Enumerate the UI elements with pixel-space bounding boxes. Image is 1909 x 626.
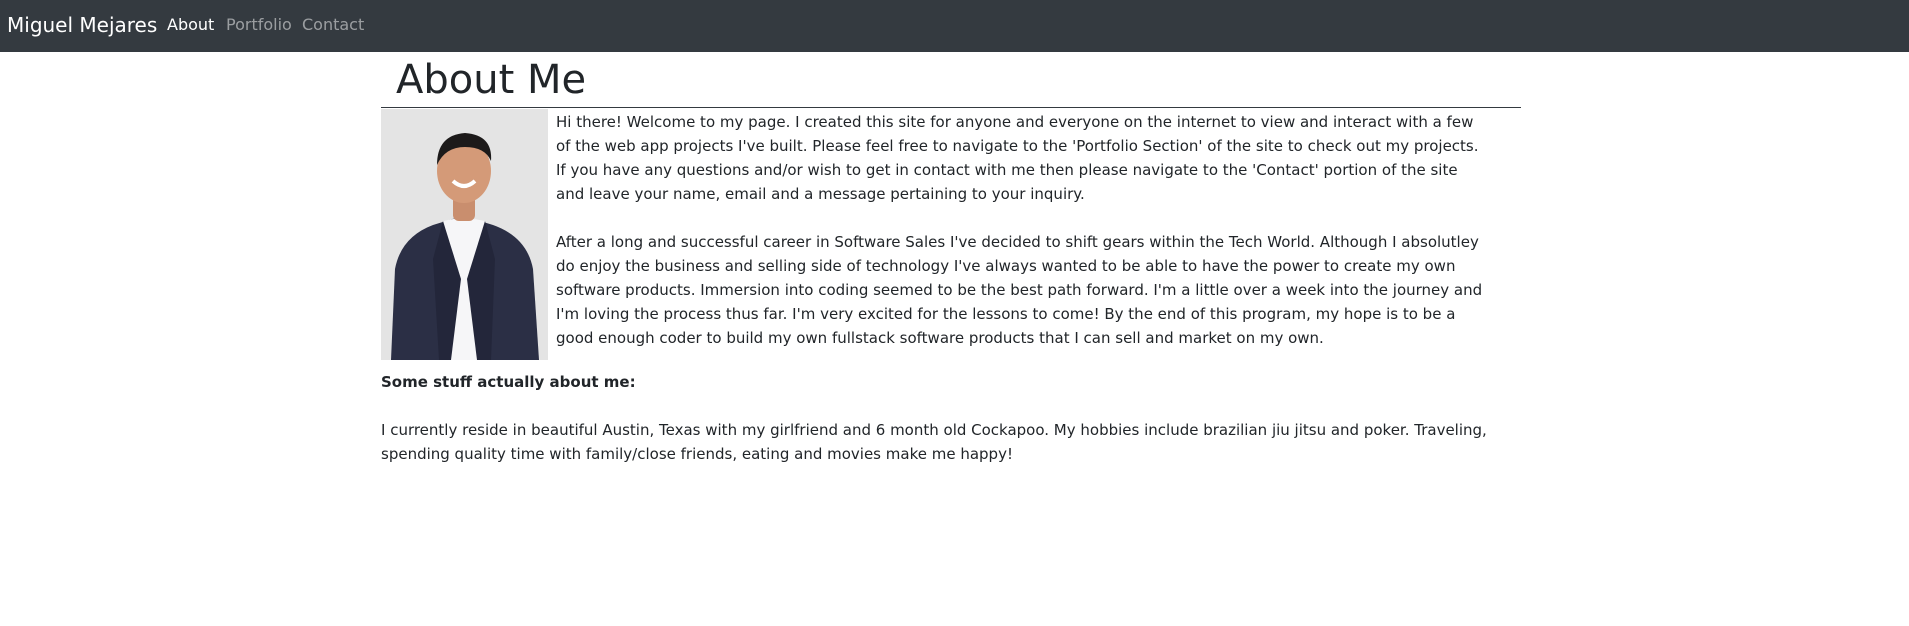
nav-link-about[interactable]: About [167,15,214,35]
profile-photo [381,109,548,360]
page-title: About Me [381,52,1521,108]
intro-paragraph: After a long and successful career in So… [556,233,1483,347]
nav-link-contact[interactable]: Contact [302,15,364,35]
brand-link[interactable]: Miguel Mejares [7,12,157,38]
about-heading: Some stuff actually about me: [381,373,636,391]
navbar: Miguel Mejares About Portfolio Contact [0,0,1909,52]
nav-link-portfolio[interactable]: Portfolio [226,15,292,35]
about-section: Some stuff actually about me: I currentl… [381,370,1501,466]
about-text: I currently reside in beautiful Austin, … [381,421,1487,463]
intro-paragraph: Hi there! Welcome to my page. I created … [556,113,1479,203]
main-content: About Me Hi there! Welcome to my page. I… [381,52,1521,463]
intro-text: Hi there! Welcome to my page. I created … [556,110,1486,374]
person-portrait-icon [381,109,548,360]
